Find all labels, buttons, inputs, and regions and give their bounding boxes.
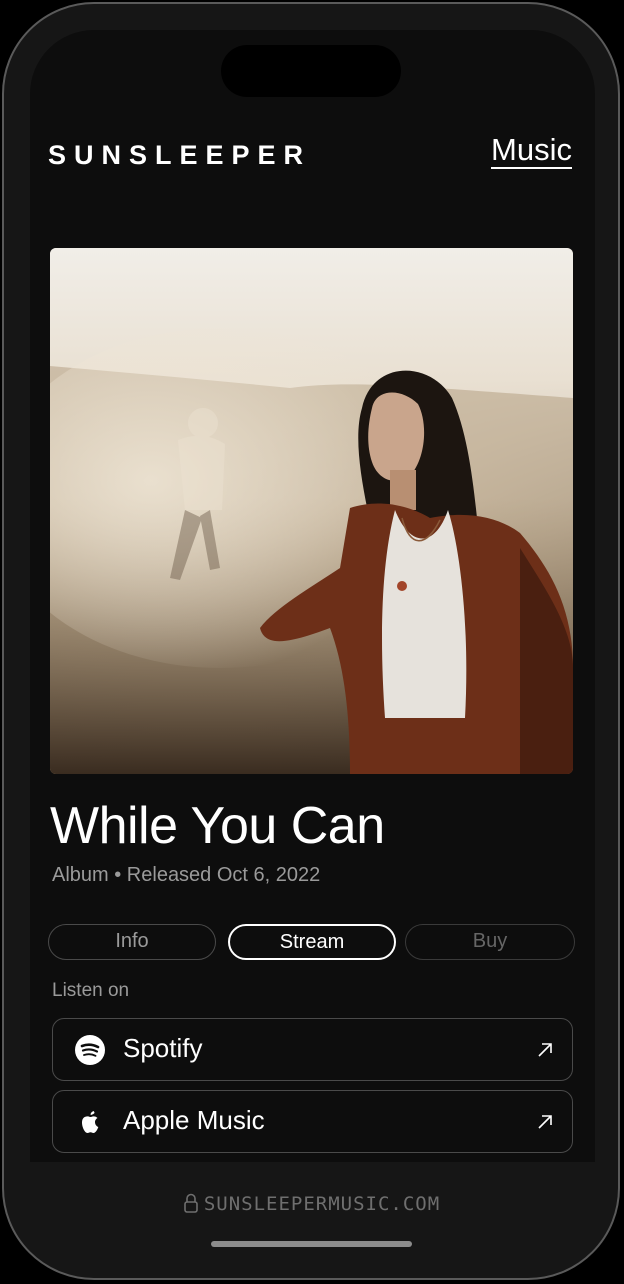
album-cover [50,248,573,774]
spotify-icon [75,1035,105,1065]
url-text: SUNSLEEPERMUSIC.COM [203,1193,441,1215]
dynamic-island [221,45,401,97]
home-indicator[interactable] [211,1241,412,1247]
listen-on-heading: Listen on [52,980,130,1001]
service-name: Spotify [123,1033,203,1063]
album-meta: Album • Released Oct 6, 2022 [52,864,321,886]
tab-stream[interactable]: Stream [228,924,396,960]
spotify-link[interactable]: Spotify [52,1018,573,1081]
brand-logo[interactable]: SUNSLEEPER [48,140,311,171]
lock-icon [184,1193,198,1213]
external-link-icon [538,1115,552,1129]
tab-info[interactable]: Info [48,924,216,960]
apple-music-link[interactable]: Apple Music [52,1090,573,1153]
service-name: Apple Music [123,1105,265,1135]
tab-buy[interactable]: Buy [405,924,575,960]
album-title: While You Can [50,797,385,855]
apple-icon [82,1111,99,1133]
address-bar[interactable]: SUNSLEEPERMUSIC.COM [0,1193,624,1215]
nav-music-link[interactable]: Music [491,134,572,169]
album-tabs: Info Stream Buy [48,924,575,962]
external-link-icon [538,1043,552,1057]
